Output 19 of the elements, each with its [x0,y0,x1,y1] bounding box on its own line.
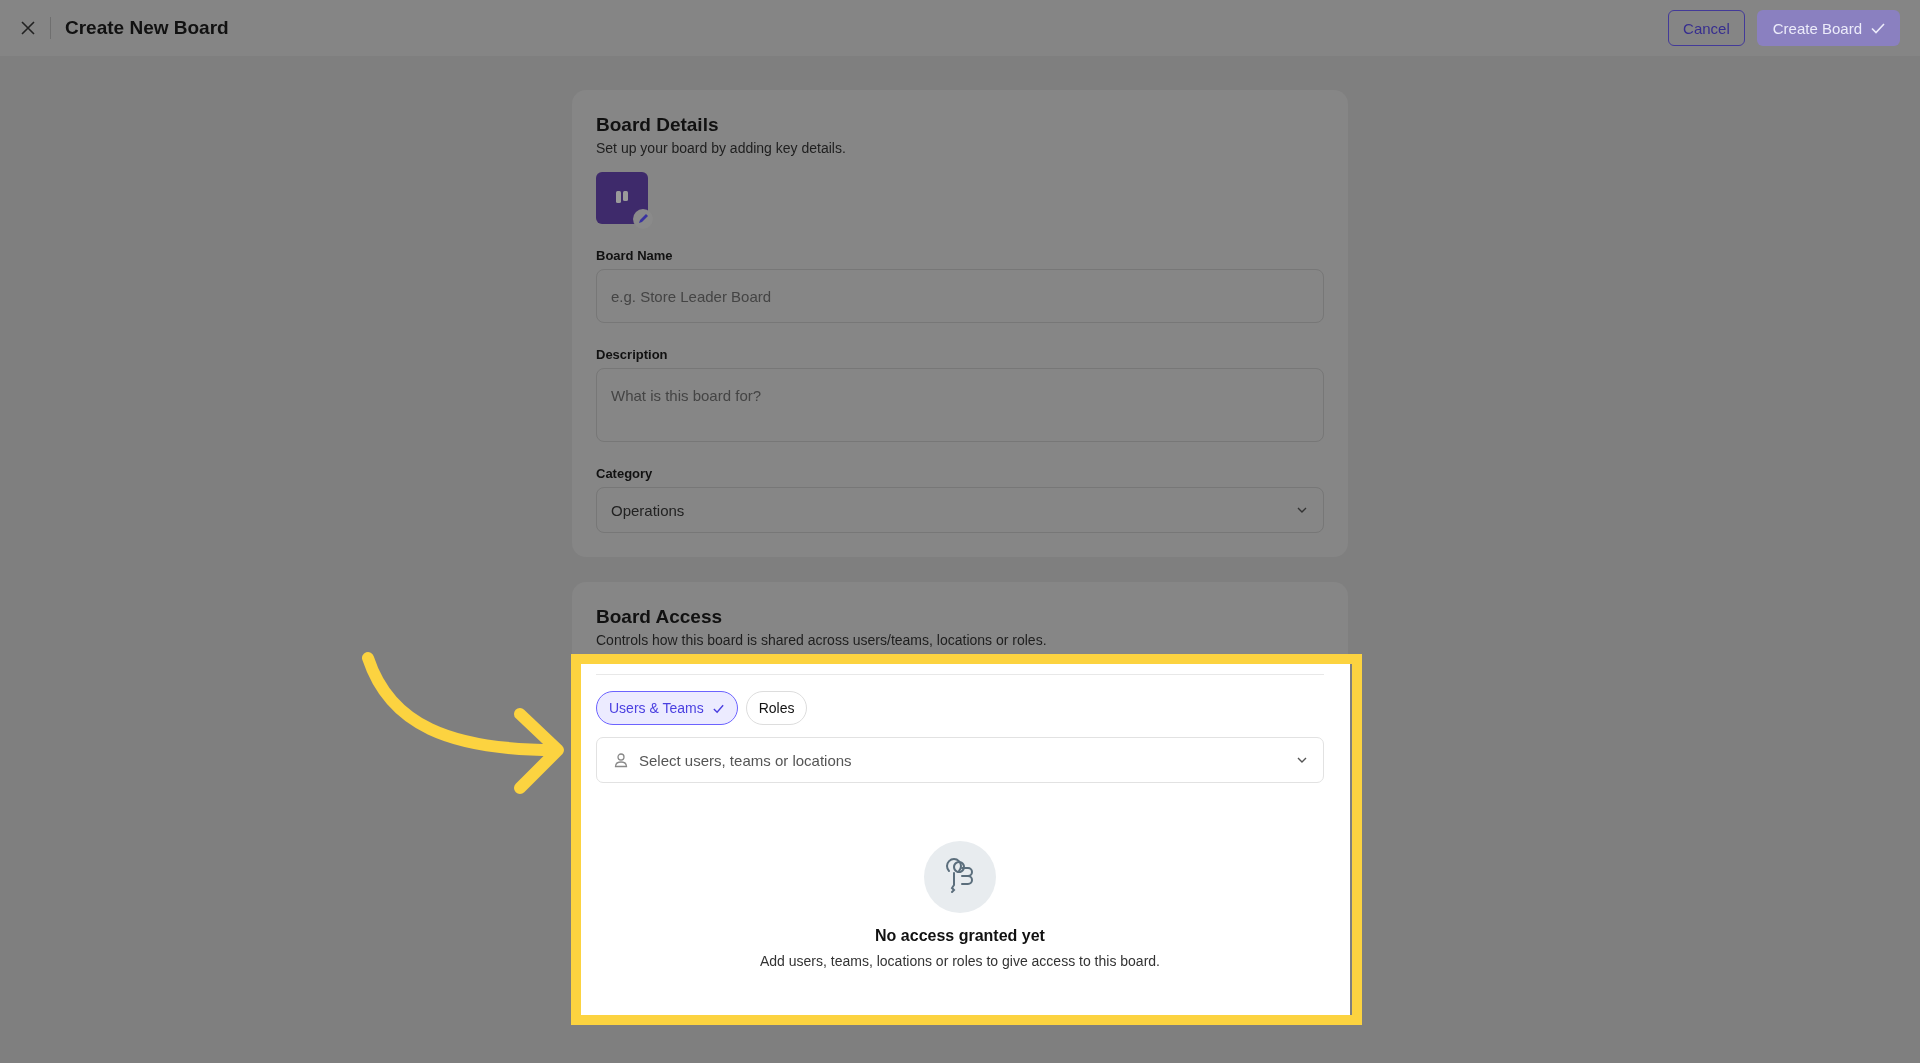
page-title: Create New Board [65,17,229,39]
empty-state-title: No access granted yet [875,927,1045,945]
section-title: Board Details [596,114,720,136]
section-subtitle: Controls how this board is shared across users/teams, locations or roles. [596,632,1048,648]
section-subtitle: Set up your board by adding key details. [596,140,847,156]
empty-state-message: Add users, teams, locations or roles to give access to this board. [760,953,1160,969]
category-dropdown[interactable]: Operations [596,487,1324,533]
close-icon[interactable] [20,20,36,36]
field-label: Description [596,347,669,362]
key-list-icon [924,841,996,913]
field-label: Category [596,466,654,481]
text-field[interactable]: e.g. Store Leader Board [596,269,1324,323]
user-picker-dropdown[interactable]: Select users, teams or locations [596,737,1324,783]
text-area[interactable]: What is this board for? [596,368,1324,442]
person-icon [613,752,629,768]
filter-tab[interactable]: Roles [745,691,808,725]
field-label: Board Name [596,248,674,263]
filter-tab[interactable]: Users & Teams [596,691,738,725]
section-title: Board Access [596,606,724,628]
